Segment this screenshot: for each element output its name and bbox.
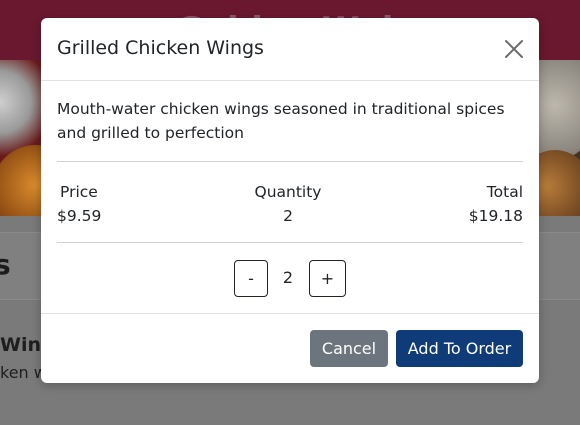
add-to-order-button[interactable]: Add To Order	[396, 330, 523, 367]
section-title: s	[0, 248, 11, 281]
quantity-value: 2	[283, 207, 293, 225]
divider	[57, 161, 523, 162]
divider	[57, 242, 523, 243]
quantity-stepper-value: 2	[282, 268, 294, 287]
cancel-button[interactable]: Cancel	[310, 330, 388, 367]
quantity-label: Quantity	[254, 183, 322, 201]
total-value: $19.18	[468, 207, 523, 225]
price-column: Price $9.59	[57, 180, 177, 228]
modal-footer: Cancel Add To Order	[41, 313, 539, 384]
total-label: Total	[486, 183, 523, 201]
menu-item-description: ken w	[0, 363, 47, 382]
price-value: $9.59	[57, 207, 102, 225]
close-icon	[505, 40, 523, 58]
decrease-quantity-button[interactable]: -	[234, 260, 268, 297]
modal-header: Grilled Chicken Wings	[41, 18, 539, 81]
close-button[interactable]	[503, 38, 525, 60]
total-column: Total $19.18	[403, 180, 523, 228]
item-modal: Grilled Chicken Wings Mouth-water chicke…	[41, 18, 539, 383]
price-label: Price	[60, 183, 98, 201]
increase-quantity-button[interactable]: +	[309, 260, 346, 297]
item-description: Mouth-water chicken wings seasoned in tr…	[57, 100, 505, 142]
quantity-column: Quantity 2	[208, 180, 368, 228]
modal-title: Grilled Chicken Wings	[57, 37, 264, 59]
